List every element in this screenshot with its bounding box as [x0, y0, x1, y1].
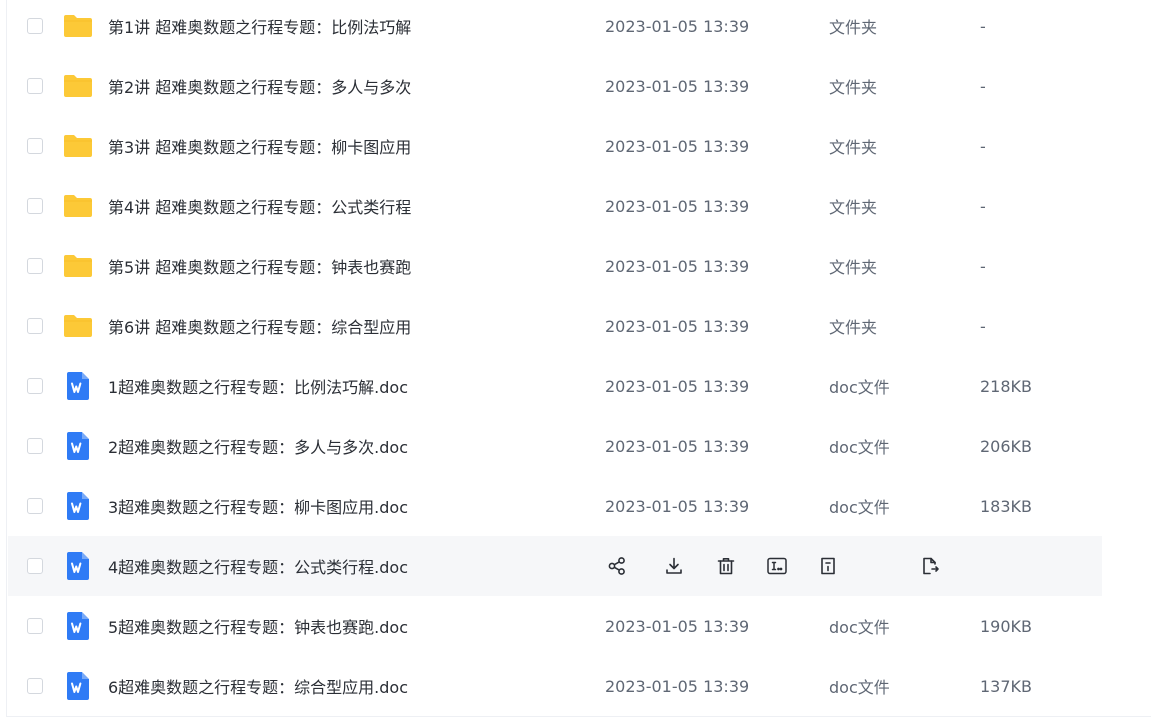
file-row[interactable]: 3超难奥数题之行程专题：柳卡图应用.doc 2023-01-05 13:39 d…	[8, 476, 1102, 536]
file-date: 2023-01-05 13:39	[605, 676, 750, 696]
file-date: 2023-01-05 13:39	[605, 316, 750, 336]
file-size: 206KB	[980, 436, 1033, 456]
word-doc-icon	[62, 372, 94, 400]
delete-icon[interactable]	[715, 554, 737, 578]
file-name[interactable]: 第6讲 超难奥数题之行程专题：综合型应用	[108, 314, 411, 338]
word-doc-icon	[62, 612, 94, 640]
row-checkbox[interactable]	[27, 438, 43, 454]
file-name[interactable]: 5超难奥数题之行程专题：钟表也赛跑.doc	[108, 614, 408, 638]
file-type: doc文件	[829, 378, 890, 397]
left-divider	[6, 0, 7, 716]
file-date: 2023-01-05 13:39	[605, 376, 750, 396]
file-size: 183KB	[980, 496, 1033, 516]
file-name[interactable]: 4超难奥数题之行程专题：公式类行程.doc	[108, 554, 408, 578]
file-list: 第1讲 超难奥数题之行程专题：比例法巧解 2023-01-05 13:39 文件…	[8, 0, 1102, 716]
file-date: 2023-01-05 13:39	[605, 436, 750, 456]
row-checkbox[interactable]	[27, 138, 43, 154]
file-size: 137KB	[980, 676, 1033, 696]
file-row[interactable]: 5超难奥数题之行程专题：钟表也赛跑.doc 2023-01-05 13:39 d…	[8, 596, 1102, 656]
rename-icon[interactable]	[766, 554, 788, 578]
file-type: 文件夹	[829, 318, 878, 337]
file-name[interactable]: 2超难奥数题之行程专题：多人与多次.doc	[108, 434, 408, 458]
file-type: 文件夹	[829, 78, 878, 97]
folder-icon	[62, 12, 94, 40]
file-size: -	[980, 76, 986, 96]
file-date: 2023-01-05 13:39	[605, 16, 750, 36]
row-checkbox[interactable]	[27, 618, 43, 634]
file-name[interactable]: 3超难奥数题之行程专题：柳卡图应用.doc	[108, 494, 408, 518]
row-checkbox[interactable]	[27, 18, 43, 34]
file-browser: 第1讲 超难奥数题之行程专题：比例法巧解 2023-01-05 13:39 文件…	[0, 0, 1151, 720]
file-size: -	[980, 16, 986, 36]
file-name[interactable]: 第4讲 超难奥数题之行程专题：公式类行程	[108, 194, 411, 218]
file-type: doc文件	[829, 438, 890, 457]
download-icon[interactable]	[663, 554, 685, 578]
file-date: 2023-01-05 13:39	[605, 496, 750, 516]
word-doc-icon	[62, 672, 94, 700]
file-size: 190KB	[980, 616, 1033, 636]
file-name[interactable]: 第5讲 超难奥数题之行程专题：钟表也赛跑	[108, 254, 411, 278]
folder-icon	[62, 312, 94, 340]
file-row[interactable]: 1超难奥数题之行程专题：比例法巧解.doc 2023-01-05 13:39 d…	[8, 356, 1102, 416]
word-doc-icon	[62, 492, 94, 520]
file-date: 2023-01-05 13:39	[605, 196, 750, 216]
row-checkbox[interactable]	[27, 678, 43, 694]
file-size: -	[980, 136, 986, 156]
file-name[interactable]: 第1讲 超难奥数题之行程专题：比例法巧解	[108, 14, 411, 38]
move-icon[interactable]	[817, 554, 839, 578]
file-type: 文件夹	[829, 18, 878, 37]
row-checkbox[interactable]	[27, 378, 43, 394]
row-checkbox[interactable]	[27, 258, 43, 274]
file-type: 文件夹	[829, 138, 878, 157]
row-checkbox[interactable]	[27, 78, 43, 94]
row-checkbox[interactable]	[27, 498, 43, 514]
word-doc-icon	[62, 432, 94, 460]
file-date: 2023-01-05 13:39	[605, 136, 750, 156]
word-doc-icon	[62, 552, 94, 580]
file-name[interactable]: 第3讲 超难奥数题之行程专题：柳卡图应用	[108, 134, 411, 158]
copy-icon[interactable]	[919, 554, 941, 578]
row-checkbox[interactable]	[27, 318, 43, 334]
file-row[interactable]: 第1讲 超难奥数题之行程专题：比例法巧解 2023-01-05 13:39 文件…	[8, 0, 1102, 56]
file-type: doc文件	[829, 618, 890, 637]
file-row[interactable]: 第3讲 超难奥数题之行程专题：柳卡图应用 2023-01-05 13:39 文件…	[8, 116, 1102, 176]
file-name[interactable]: 6超难奥数题之行程专题：综合型应用.doc	[108, 674, 408, 698]
file-size: -	[980, 256, 986, 276]
file-row[interactable]: 6超难奥数题之行程专题：综合型应用.doc 2023-01-05 13:39 d…	[8, 656, 1102, 716]
bottom-divider	[6, 716, 1151, 717]
file-date: 2023-01-05 13:39	[605, 76, 750, 96]
folder-icon	[62, 132, 94, 160]
row-checkbox[interactable]	[27, 558, 43, 574]
file-size: 218KB	[980, 376, 1033, 396]
file-row[interactable]: 第6讲 超难奥数题之行程专题：综合型应用 2023-01-05 13:39 文件…	[8, 296, 1102, 356]
folder-icon	[62, 192, 94, 220]
row-checkbox[interactable]	[27, 198, 43, 214]
file-type: doc文件	[829, 498, 890, 517]
file-name[interactable]: 第2讲 超难奥数题之行程专题：多人与多次	[108, 74, 411, 98]
file-size: -	[980, 316, 986, 336]
file-type: doc文件	[829, 678, 890, 697]
file-size: -	[980, 196, 986, 216]
file-row[interactable]: 2超难奥数题之行程专题：多人与多次.doc 2023-01-05 13:39 d…	[8, 416, 1102, 476]
file-type: 文件夹	[829, 258, 878, 277]
folder-icon	[62, 72, 94, 100]
file-date: 2023-01-05 13:39	[605, 256, 750, 276]
file-row[interactable]: 第5讲 超难奥数题之行程专题：钟表也赛跑 2023-01-05 13:39 文件…	[8, 236, 1102, 296]
file-row[interactable]: 第4讲 超难奥数题之行程专题：公式类行程 2023-01-05 13:39 文件…	[8, 176, 1102, 236]
folder-icon	[62, 252, 94, 280]
file-row-hovered[interactable]: 4超难奥数题之行程专题：公式类行程.doc	[8, 536, 1102, 596]
file-date: 2023-01-05 13:39	[605, 616, 750, 636]
file-name[interactable]: 1超难奥数题之行程专题：比例法巧解.doc	[108, 374, 408, 398]
file-type: 文件夹	[829, 198, 878, 217]
share-icon[interactable]	[606, 554, 628, 578]
file-row[interactable]: 第2讲 超难奥数题之行程专题：多人与多次 2023-01-05 13:39 文件…	[8, 56, 1102, 116]
